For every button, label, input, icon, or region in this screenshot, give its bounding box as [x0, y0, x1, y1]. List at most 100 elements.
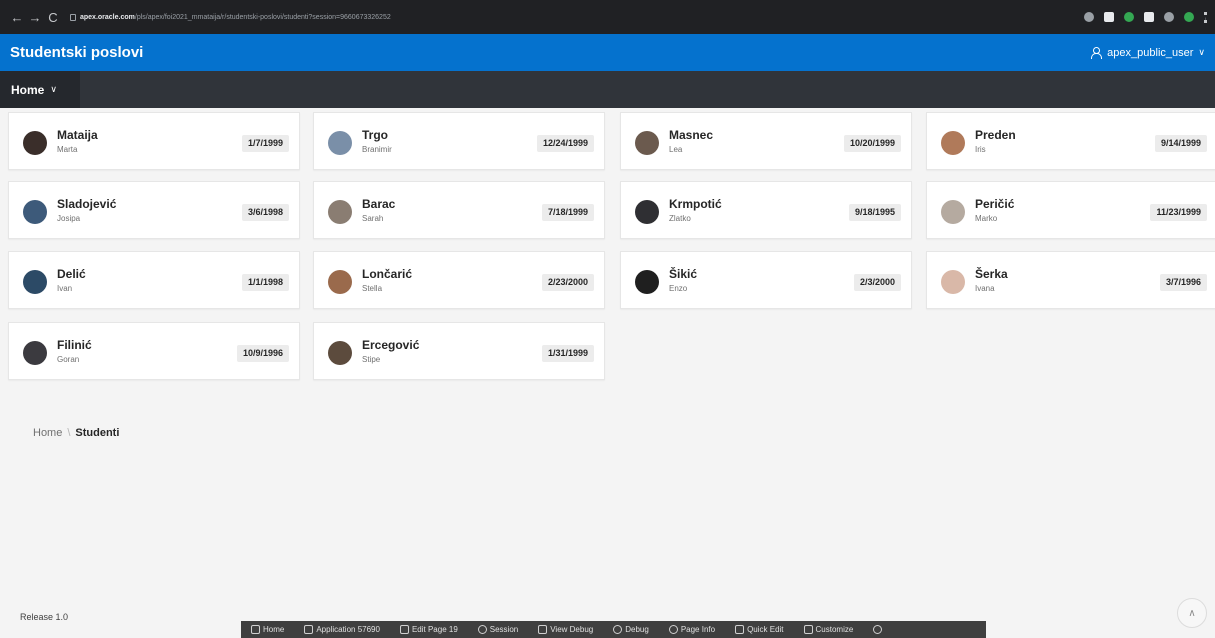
dev-quick-edit-button[interactable]: Quick Edit — [735, 625, 784, 634]
chevron-down-icon: ∨ — [50, 84, 57, 94]
app-header: Studentski poslovi apex_public_user ∨ — [0, 34, 1215, 71]
student-card[interactable]: Peričić Marko 11/23/1999 — [926, 181, 1215, 239]
browser-toolbar: ← → C apex.oracle.com/pls/apex/foi2021_m… — [0, 0, 1215, 34]
playlist-icon[interactable] — [1164, 12, 1174, 22]
student-firstname: Enzo — [669, 284, 688, 293]
chevron-down-icon: ∨ — [1198, 47, 1205, 57]
student-card[interactable]: Šerka Ivana 3/7/1996 — [926, 251, 1215, 309]
student-card[interactable]: Preden Iris 9/14/1999 — [926, 112, 1215, 170]
student-surname: Barac — [362, 197, 396, 211]
dev-debug-button[interactable]: Debug — [613, 625, 649, 634]
dev-view-debug-button[interactable]: View Debug — [538, 625, 593, 634]
student-surname: Lončarić — [362, 267, 413, 281]
student-surname: Masnec — [669, 128, 714, 142]
avatar — [23, 200, 47, 224]
app-title[interactable]: Studentski poslovi — [10, 44, 143, 61]
student-card[interactable]: Šikić Enzo 2/3/2000 — [620, 251, 912, 309]
extension-icon[interactable] — [1124, 12, 1134, 22]
dev-quick-edit-label: Quick Edit — [747, 625, 784, 634]
dev-session-button[interactable]: Session — [477, 625, 518, 634]
student-firstname: Zlatko — [669, 214, 691, 223]
student-card[interactable]: Mataija Marta 1/7/1999 — [8, 112, 300, 170]
breadcrumb-current: Studenti — [75, 427, 120, 439]
user-menu[interactable]: apex_public_user ∨ — [1090, 46, 1205, 59]
info-icon — [668, 625, 678, 634]
student-card[interactable]: Barac Sarah 7/18/1999 — [313, 181, 605, 239]
nav-home-menu[interactable]: Home ∨ — [0, 71, 80, 108]
student-card[interactable]: Ercegović Stipe 1/31/1999 — [313, 322, 605, 380]
birth-date-badge: 10/9/1996 — [236, 345, 289, 362]
dev-page-info-button[interactable]: Page Info — [668, 625, 715, 634]
student-firstname: Branimir — [362, 145, 392, 154]
avatar — [635, 200, 659, 224]
student-firstname: Josipa — [57, 214, 81, 223]
birth-date-badge: 3/7/1996 — [1159, 274, 1207, 291]
quick-edit-icon — [735, 625, 745, 634]
star-icon[interactable] — [1104, 12, 1114, 22]
student-surname: Krmpotić — [669, 197, 722, 211]
chevron-up-icon: ∧ — [1188, 607, 1196, 619]
dev-home-label: Home — [263, 625, 285, 634]
avatar — [328, 270, 352, 294]
release-label: Release 1.0 — [20, 612, 69, 622]
student-firstname: Ivana — [975, 284, 995, 293]
student-surname: Šikić — [669, 267, 698, 281]
nav-home-label: Home — [11, 82, 45, 97]
back-icon[interactable]: ← — [8, 10, 26, 25]
scroll-to-top-button[interactable]: ∧ — [1177, 598, 1207, 628]
dev-application-button[interactable]: Application 57690 — [304, 625, 380, 634]
student-surname: Ercegović — [362, 338, 420, 352]
student-card[interactable]: Filinić Goran 10/9/1996 — [8, 322, 300, 380]
student-card[interactable]: Delić Ivan 1/1/1998 — [8, 251, 300, 309]
birth-date-badge: 1/31/1999 — [541, 345, 594, 362]
dev-debug-label: Debug — [625, 625, 649, 634]
avatar — [328, 341, 352, 365]
student-firstname: Marko — [975, 214, 998, 223]
gear-icon — [873, 625, 883, 634]
student-card[interactable]: Sladojević Josipa 3/6/1998 — [8, 181, 300, 239]
avatar — [635, 270, 659, 294]
home-icon — [251, 625, 260, 634]
student-card[interactable]: Krmpotić Zlatko 9/18/1995 — [620, 181, 912, 239]
student-card[interactable]: Trgo Branimir 12/24/1999 — [313, 112, 605, 170]
address-bar[interactable]: apex.oracle.com/pls/apex/foi2021_mmataij… — [70, 13, 391, 21]
breadcrumb: Home \ Studenti — [33, 427, 119, 439]
dev-customize-button[interactable]: Customize — [803, 625, 853, 634]
birth-date-badge: 2/23/2000 — [541, 274, 594, 291]
dev-settings-button[interactable] — [873, 625, 883, 634]
zoom-icon[interactable] — [1084, 12, 1094, 22]
birth-date-badge: 1/1/1998 — [241, 274, 289, 291]
user-icon — [1090, 46, 1103, 59]
breadcrumb-home[interactable]: Home — [33, 427, 62, 439]
dev-edit-page-button[interactable]: Edit Page 19 — [399, 625, 458, 634]
avatar — [23, 341, 47, 365]
student-surname: Filinić — [57, 338, 92, 352]
more-icon[interactable] — [1204, 11, 1207, 23]
birth-date-badge: 7/18/1999 — [541, 204, 594, 221]
profile-icon[interactable] — [1184, 12, 1194, 22]
lock-icon — [70, 13, 76, 21]
url-host: apex.oracle.com — [80, 13, 135, 21]
clock-icon — [477, 625, 487, 634]
student-surname: Peričić — [975, 197, 1015, 211]
nav-bar: Home ∨ — [0, 71, 1215, 108]
student-surname: Trgo — [362, 128, 388, 142]
view-debug-icon — [538, 625, 548, 634]
student-card[interactable]: Lončarić Stella 2/23/2000 — [313, 251, 605, 309]
dev-application-label: Application 57690 — [316, 625, 380, 634]
avatar — [23, 270, 47, 294]
student-firstname: Goran — [57, 355, 80, 364]
reload-icon[interactable]: C — [44, 10, 62, 25]
student-firstname: Ivan — [57, 284, 73, 293]
student-surname: Šerka — [975, 267, 1008, 281]
student-surname: Sladojević — [57, 197, 117, 211]
student-firstname: Iris — [975, 145, 986, 154]
brush-icon — [803, 625, 813, 634]
forward-icon[interactable]: → — [26, 10, 44, 25]
dev-home-button[interactable]: Home — [251, 625, 284, 634]
student-card[interactable]: Masnec Lea 10/20/1999 — [620, 112, 912, 170]
puzzle-icon[interactable] — [1144, 12, 1154, 22]
student-firstname: Sarah — [362, 214, 384, 223]
avatar — [328, 131, 352, 155]
avatar — [635, 131, 659, 155]
